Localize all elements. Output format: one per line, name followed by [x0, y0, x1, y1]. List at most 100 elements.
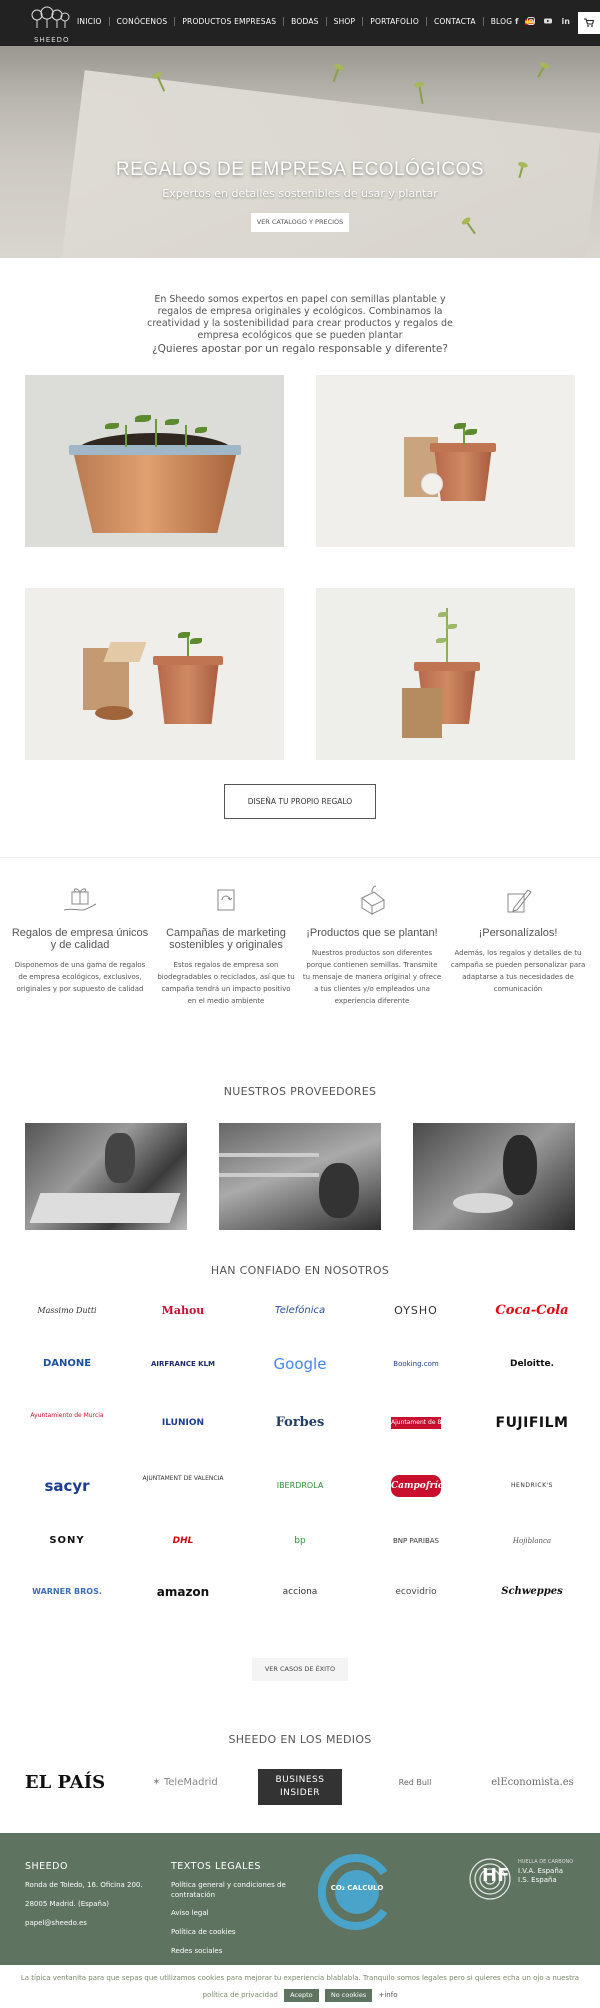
client-logo: ILUNION: [161, 1418, 205, 1428]
cookie-info-link[interactable]: +info: [378, 1991, 397, 1999]
client-logo: Coca-Cola: [495, 1303, 569, 1318]
footer-address-2: 28005 Madrid. (España): [25, 1900, 109, 1908]
youtube-icon[interactable]: [544, 17, 553, 27]
menu-item-productos-empresas[interactable]: PRODUCTOS EMPRESAS: [175, 17, 285, 26]
media-logo-business-insider: BUSINESS INSIDER: [258, 1769, 342, 1805]
footer-link[interactable]: Política de cookies: [171, 1923, 291, 1942]
feature-title: Campañas de marketing sostenibles y orig…: [166, 927, 286, 951]
client-logo: Massimo Dutti: [37, 1306, 97, 1315]
menu-item-blog[interactable]: BLOG: [484, 17, 520, 26]
client-logo: Deloitte.: [509, 1359, 555, 1369]
footer-company: SHEEDO Ronda de Toledo, 16. Oficina 200.…: [25, 1861, 143, 1933]
cart-icon: [584, 18, 595, 27]
co2-calculation-icon: [317, 1854, 388, 1930]
product-photo-bucket: [25, 375, 284, 547]
cookie-text-wrap: La típica ventanita para que sepas que u…: [10, 1970, 590, 2004]
product-photo-box-pot: [25, 588, 284, 760]
hf-line: I.V.A. España: [518, 1867, 564, 1875]
feature-text: Nuestros productos son diferentes porque…: [302, 949, 442, 1005]
footer: SHEEDO Ronda de Toledo, 16. Oficina 200.…: [0, 1833, 600, 1977]
footer-link[interactable]: Política general y condiciones de contra…: [171, 1876, 291, 1904]
client-logo: Mahou: [161, 1304, 205, 1317]
cookie-reject-button[interactable]: No cookies: [324, 1989, 373, 2002]
client-logo: FUJIFILM: [495, 1415, 569, 1431]
design-gift-button[interactable]: DISEÑA TU PROPIO REGALO: [224, 784, 376, 819]
feature-quality: Regalos de empresa únicos y de calidad D…: [10, 884, 150, 995]
media-logo-label: TeleMadrid: [163, 1777, 218, 1788]
facebook-icon[interactable]: f: [515, 17, 518, 27]
sprout-image: [332, 68, 340, 82]
plant-box-icon: [361, 885, 385, 915]
menu-item-contacta[interactable]: CONTACTA: [427, 17, 484, 26]
sprout-image: [418, 85, 424, 105]
logo-text: SHEEDO: [34, 36, 70, 44]
client-logo: Ajuntament de Barcelona: [391, 1417, 441, 1429]
client-logo: Ayuntamiento de Murcia: [30, 1412, 104, 1419]
footer-legal-title: TEXTOS LEGALES: [171, 1861, 261, 1872]
menu-item-conocenos[interactable]: CONÓCENOS: [110, 17, 176, 26]
menu-item-shop[interactable]: SHOP: [327, 17, 364, 26]
hf-line: I.S. España: [518, 1876, 557, 1884]
main-menu: INICIO CONÓCENOS PRODUCTOS EMPRESAS BODA…: [70, 17, 535, 26]
product-photo-pot-card: [316, 375, 575, 547]
client-logo: WARNER BROS.: [32, 1587, 102, 1596]
client-logo: AIRFRANCE KLM: [150, 1360, 216, 1368]
feature-title: ¡Productos que se plantan!: [306, 927, 438, 939]
client-logo: Forbes: [275, 1415, 325, 1430]
feature-title: Regalos de empresa únicos y de calidad: [11, 927, 149, 951]
footer-link[interactable]: Aviso legal: [171, 1904, 291, 1923]
feature-text: Además, los regalos y detalles de tu cam…: [450, 949, 586, 993]
logo[interactable]: SHEEDO: [28, 6, 74, 44]
footer-legal: TEXTOS LEGALES Política general y condic…: [171, 1861, 291, 1961]
footer-email[interactable]: papel@sheedo.es: [25, 1914, 143, 1933]
provider-photo-loom: [219, 1123, 381, 1230]
client-logo: bp: [294, 1536, 306, 1546]
section-divider: [0, 857, 600, 858]
client-logo: Telefónica: [274, 1305, 326, 1316]
client-logo: ecovidrio: [395, 1587, 437, 1597]
sprout-image: [537, 66, 545, 78]
client-logo: IBERDROLA: [276, 1481, 324, 1490]
footer-address-1: Ronda de Toledo, 16. Oficina 200.: [25, 1881, 143, 1889]
hf-caption: HUELLA DE CARBONO: [518, 1859, 574, 1865]
pencil-paper-icon: [507, 889, 532, 913]
intro-section: En Sheedo somos expertos en papel con se…: [0, 294, 600, 355]
provider-photo-pottery: [413, 1123, 575, 1230]
feature-plantable: ¡Productos que se plantan! Nuestros prod…: [302, 884, 442, 1007]
success-cases-button[interactable]: VER CASOS DE ÉXITO: [252, 1658, 348, 1681]
catalog-button[interactable]: VER CATALOGO Y PRECIOS: [251, 213, 349, 232]
client-logo: HENDRICK'S: [511, 1482, 553, 1489]
logo-trees-icon: [31, 6, 70, 28]
menu-item-bodas[interactable]: BODAS: [284, 17, 327, 26]
media-logo-telemadrid: ✶ TeleMadrid: [152, 1777, 218, 1788]
cart-button[interactable]: [578, 12, 600, 34]
media-logo-el-economista: elEconomista.es: [491, 1777, 574, 1788]
hero-subtitle: Expertos en detalles sostenibles de usar…: [162, 187, 438, 200]
menu-item-portafolio[interactable]: PORTAFOLIO: [363, 17, 427, 26]
media-logo-el-pais: EL PAÍS: [24, 1772, 106, 1793]
instagram-icon[interactable]: [527, 17, 536, 27]
co2-badge: CO₂ CALCULO: [317, 1853, 396, 1977]
footer-company-title: SHEEDO: [25, 1861, 68, 1872]
co2-badge-text: CO₂ CALCULO: [330, 1884, 384, 1892]
linkedin-icon[interactable]: in: [561, 17, 569, 27]
menu-item-inicio[interactable]: INICIO: [70, 17, 110, 26]
provider-photo-paper: [25, 1123, 187, 1230]
hero-banner: REGALOS DE EMPRESA ECOLÓGICOS Expertos e…: [0, 46, 600, 258]
client-logo: Campofrío: [391, 1475, 441, 1497]
cookie-accept-button[interactable]: Acepto: [284, 1989, 319, 2002]
product-photo-card-pot: [316, 588, 575, 760]
client-logo: Google: [273, 1355, 327, 1373]
footer-link[interactable]: Redes sociales: [171, 1942, 291, 1961]
client-logo: Booking.com: [393, 1360, 439, 1368]
client-logo: sacyr: [44, 1477, 90, 1495]
feature-title: ¡Personalízalos!: [478, 927, 558, 939]
providers-title: NUESTROS PROVEEDORES: [223, 1085, 377, 1098]
client-logo: acciona: [282, 1587, 318, 1597]
top-navbar: SHEEDO INICIO CONÓCENOS PRODUCTOS EMPRES…: [0, 0, 600, 46]
media-title: SHEEDO EN LOS MEDIOS: [228, 1733, 372, 1746]
client-logo: OYSHO: [394, 1304, 438, 1317]
feature-marketing: Campañas de marketing sostenibles y orig…: [156, 884, 296, 1007]
social-links: f in: [515, 17, 570, 27]
gift-hand-icon: [63, 888, 97, 911]
